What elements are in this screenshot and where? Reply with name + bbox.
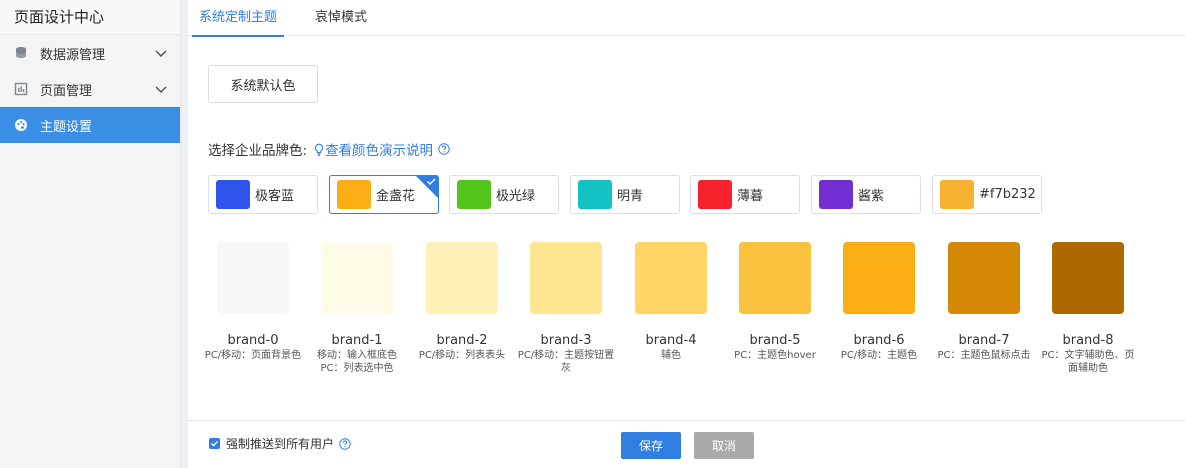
cancel-button[interactable]: 取消: [694, 432, 754, 459]
shade-brand-7: brand-7 PC：主题色鼠标点击: [932, 242, 1036, 362]
demo-link[interactable]: 查看颜色演示说明: [313, 139, 433, 159]
shade-color-box: [843, 242, 915, 314]
shade-color-box: [635, 242, 707, 314]
shade-color-box: [948, 242, 1020, 314]
help-circle-icon[interactable]: [438, 143, 450, 155]
shade-description: PC：主题色鼠标点击: [937, 350, 1031, 361]
swatch-name: #f7b232: [979, 187, 1036, 202]
shade-brand-8: brand-8 PC：文字辅助色、页面辅助色: [1036, 242, 1140, 375]
tab-bar: 系统定制主题 哀悼模式: [188, 0, 1185, 37]
swatch-chip: [940, 180, 974, 209]
check-icon: [427, 178, 436, 185]
shade-name: brand-6: [853, 333, 905, 348]
shade-name: brand-2: [436, 333, 488, 348]
shade-brand-5: brand-5 PC：主题色hover: [723, 242, 827, 362]
swatch-chip: [216, 180, 250, 209]
footer-bar: 强制推送到所有用户 保存 取消: [188, 420, 1185, 468]
sidebar-item-label: 主题设置: [40, 119, 93, 135]
lightbulb-icon: [314, 143, 324, 156]
swatch-name: 明青: [617, 189, 644, 204]
force-push-label: 强制推送到所有用户: [226, 437, 335, 451]
brand-color-section-label: 选择企业品牌色: 查看颜色演示说明: [208, 139, 450, 159]
shade-brand-6: brand-6 PC/移动：主题色: [827, 242, 931, 362]
shade-color-box: [739, 242, 811, 314]
shade-brand-2: brand-2 PC/移动：列表表头: [410, 242, 514, 362]
brand-color-label: 选择企业品牌色:: [208, 143, 308, 159]
swatch-calendula-gold[interactable]: 金盏花: [329, 175, 439, 214]
swatch-golden-purple[interactable]: 酱紫: [811, 175, 921, 214]
shade-description: PC/移动：列表表头: [418, 350, 506, 361]
shade-description: PC/移动：主题色: [840, 350, 918, 361]
shade-color-box: [1052, 242, 1124, 314]
shade-name: brand-4: [645, 333, 697, 348]
shade-color-box: [426, 242, 498, 314]
sidebar-item-theme[interactable]: 主题设置: [0, 107, 180, 143]
shade-color-box: [321, 242, 393, 314]
shade-description: 移动：输入框底色 PC：列表选中色: [317, 350, 397, 374]
shade-description: PC：文字辅助色、页面辅助色: [1041, 350, 1135, 374]
shade-color-box: [217, 242, 289, 314]
database-icon: [14, 46, 28, 60]
swatch-chip: [337, 180, 371, 209]
system-default-color-button[interactable]: 系统默认色: [208, 65, 318, 103]
sidebar-item-label: 数据源管理: [40, 47, 106, 63]
swatch-name: 酱紫: [858, 189, 885, 204]
demo-link-text: 查看颜色演示说明: [325, 143, 434, 159]
force-push-checkbox[interactable]: [209, 438, 220, 449]
shade-brand-1: brand-1 移动：输入框底色 PC：列表选中色: [305, 242, 409, 375]
shade-description: PC：主题色hover: [734, 350, 816, 361]
swatch-chip: [698, 180, 732, 209]
tab-system-theme[interactable]: 系统定制主题: [192, 0, 285, 37]
shade-name: brand-8: [1062, 333, 1114, 348]
shade-brand-4: brand-4 辅色: [619, 242, 723, 362]
chevron-down-icon: [155, 50, 167, 58]
shade-name: brand-3: [540, 333, 592, 348]
swatch-chip: [578, 180, 612, 209]
shade-name: brand-7: [958, 333, 1010, 348]
sidebar: 页面设计中心 数据源管理 页面管理 主题设置: [0, 0, 181, 468]
sidebar-item-label: 页面管理: [40, 83, 93, 99]
swatch-name: 极光绿: [496, 189, 536, 204]
shade-brand-3: brand-3 PC/移动：主题按钮置灰: [514, 242, 618, 375]
app-title: 页面设计中心: [0, 0, 180, 35]
swatch-geek-blue[interactable]: 极客蓝: [208, 175, 318, 214]
chevron-down-icon: [155, 86, 167, 94]
sidebar-item-datasource[interactable]: 数据源管理: [0, 35, 180, 71]
swatch-chip: [457, 180, 491, 209]
shade-brand-0: brand-0 PC/移动：页面背景色: [201, 242, 305, 362]
swatch-cyan[interactable]: 明青: [570, 175, 680, 214]
help-circle-icon[interactable]: [339, 437, 351, 450]
swatch-name: 极客蓝: [255, 189, 295, 204]
shade-description: PC/移动：主题按钮置灰: [517, 350, 615, 374]
swatch-polar-green[interactable]: 极光绿: [449, 175, 559, 214]
swatch-chip: [819, 180, 853, 209]
brand-shade-row: brand-0 PC/移动：页面背景色 brand-1 移动：输入框底色 PC：…: [188, 242, 1185, 382]
check-icon: [211, 441, 218, 447]
shade-name: brand-0: [227, 333, 279, 348]
sidebar-item-pages[interactable]: 页面管理: [0, 71, 180, 107]
shade-color-box: [530, 242, 602, 314]
swatch-name: 金盏花: [376, 189, 416, 204]
swatch-custom[interactable]: #f7b232: [932, 175, 1042, 214]
force-push-option: 强制推送到所有用户: [209, 435, 351, 452]
shade-name: brand-5: [749, 333, 801, 348]
tab-mourning-mode[interactable]: 哀悼模式: [308, 0, 374, 36]
shade-name: brand-1: [331, 333, 383, 348]
chart-icon: [14, 82, 28, 96]
main-panel: 系统定制主题 哀悼模式 系统默认色 选择企业品牌色: 查看颜色演示说明 极客蓝 …: [188, 0, 1185, 468]
shade-description: PC/移动：页面背景色: [204, 350, 302, 361]
save-button[interactable]: 保存: [621, 432, 681, 459]
swatch-name: 薄暮: [737, 189, 764, 204]
shade-description: 辅色: [661, 350, 681, 361]
palette-icon: [14, 118, 28, 132]
swatch-dust-red[interactable]: 薄暮: [690, 175, 800, 214]
